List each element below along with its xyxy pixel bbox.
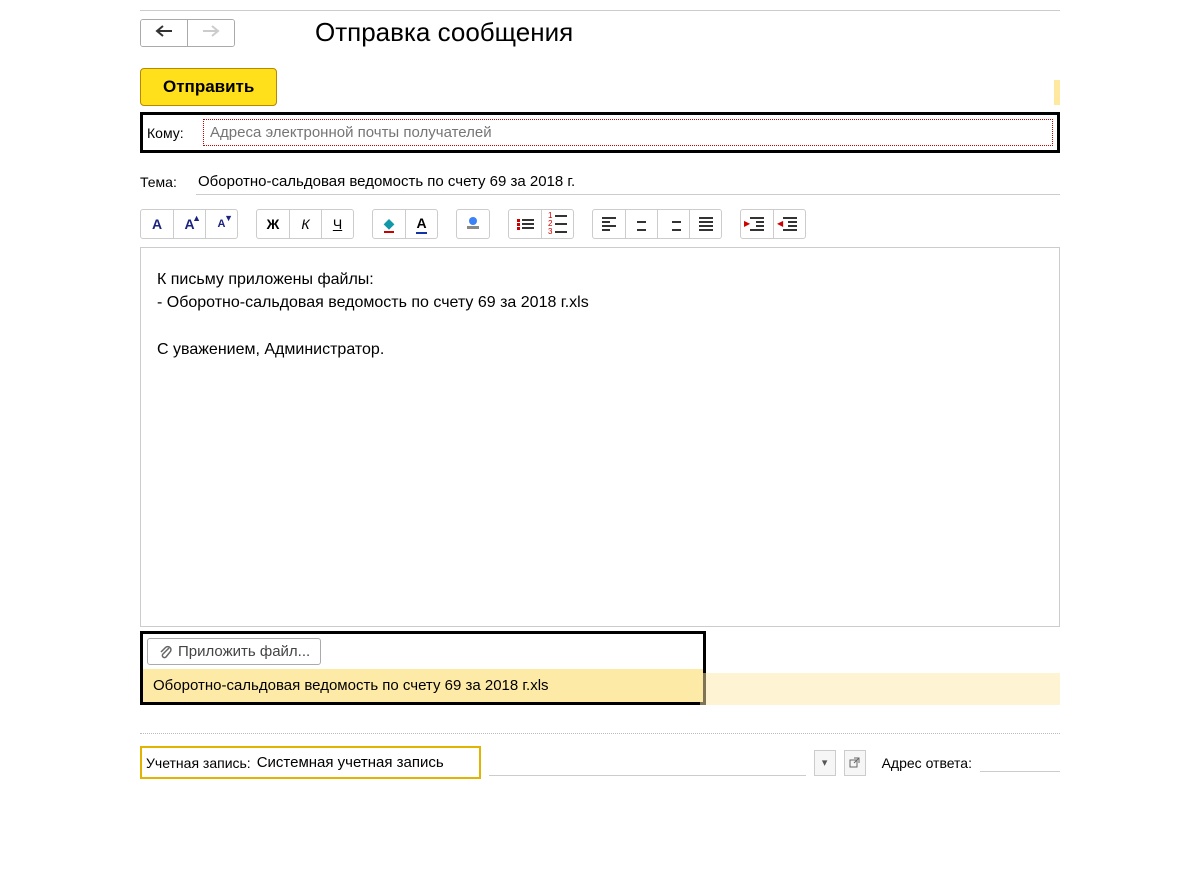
bold-button[interactable]: Ж	[257, 210, 289, 238]
arrow-left-icon	[155, 25, 173, 37]
account-label: Учетная запись:	[146, 755, 251, 771]
reply-address-label: Адрес ответа:	[882, 755, 972, 771]
font-normal-button[interactable]: А	[141, 210, 173, 238]
align-right-button[interactable]	[657, 210, 689, 238]
font-increase-button[interactable]: А▲	[173, 210, 205, 238]
subject-label: Тема:	[140, 174, 186, 190]
to-input[interactable]	[203, 119, 1053, 146]
subject-input[interactable]	[196, 169, 1060, 195]
arrow-right-icon	[202, 25, 220, 37]
indent-increase-button[interactable]: ▶	[741, 210, 773, 238]
align-left-button[interactable]	[593, 210, 625, 238]
text-highlight-button[interactable]: ◆	[373, 210, 405, 238]
account-open-button[interactable]	[844, 750, 866, 776]
to-field-highlight: Кому:	[140, 112, 1060, 153]
align-center-button[interactable]	[625, 210, 657, 238]
align-justify-button[interactable]	[689, 210, 721, 238]
account-dropdown-button[interactable]: ▾	[814, 750, 836, 776]
bullet-list-button[interactable]	[509, 210, 541, 238]
underline-button[interactable]: Ч	[321, 210, 353, 238]
paperclip-icon	[158, 644, 172, 660]
font-decrease-button[interactable]: А▼	[205, 210, 237, 238]
message-body[interactable]: К письму приложены файлы: - Оборотно-сал…	[157, 268, 1043, 361]
insert-link-button[interactable]	[457, 210, 489, 238]
attach-highlight: Приложить файл... Оборотно-сальдовая вед…	[140, 631, 706, 705]
text-color-button[interactable]: А	[405, 210, 437, 238]
page-title: Отправка сообщения	[315, 17, 573, 48]
message-body-frame: К письму приложены файлы: - Оборотно-сал…	[140, 247, 1060, 627]
to-label: Кому:	[147, 125, 193, 141]
numbered-list-button[interactable]: 1 2 3	[541, 210, 573, 238]
reply-address-input[interactable]	[980, 754, 1060, 772]
open-external-icon	[849, 757, 861, 769]
account-input[interactable]	[255, 750, 475, 775]
attachment-item[interactable]: Оборотно-сальдовая ведомость по счету 69…	[143, 669, 703, 702]
nav-forward-button[interactable]	[187, 20, 234, 46]
account-field-highlight: Учетная запись:	[140, 746, 481, 779]
link-icon	[464, 216, 482, 232]
nav-arrows	[140, 19, 235, 47]
attach-file-button[interactable]: Приложить файл...	[147, 638, 321, 665]
italic-button[interactable]: К	[289, 210, 321, 238]
format-toolbar: А А▲ А▼ Ж К Ч ◆ А	[140, 209, 1060, 239]
nav-back-button[interactable]	[141, 20, 187, 46]
indent-decrease-button[interactable]: ◀	[773, 210, 805, 238]
send-button[interactable]: Отправить	[140, 68, 277, 106]
